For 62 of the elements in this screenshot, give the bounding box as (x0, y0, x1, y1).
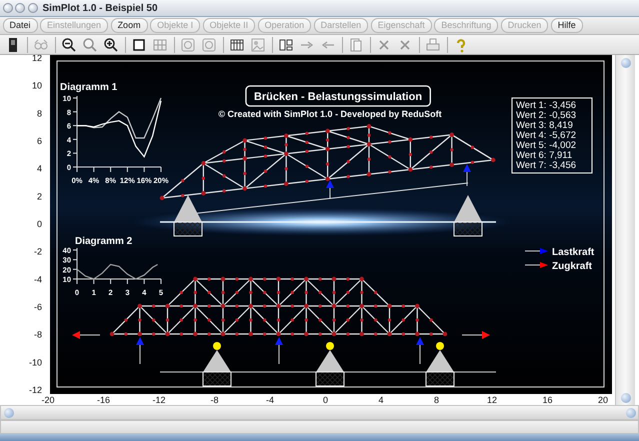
load-arrow (416, 337, 424, 364)
axis-label: 4 (378, 395, 384, 405)
value-text: Wert 1: -3,456 (516, 100, 576, 111)
horizontal-scrollbar[interactable] (0, 405, 639, 420)
load-arrow (136, 337, 144, 364)
plot-title: Brücken - Belastungssimulation (254, 91, 422, 103)
axis-label: 12 (32, 55, 42, 63)
axis-label: -20 (42, 395, 54, 405)
support-drawing (454, 195, 482, 236)
axis-label: -12 (152, 395, 166, 405)
axis-label: -16 (97, 395, 110, 405)
value-text: Wert 5: -4,002 (516, 140, 576, 151)
legend-line (524, 264, 540, 266)
value-text: Wert 7: -3,456 (516, 160, 576, 171)
axis-label: 0 (36, 218, 42, 229)
square-icon[interactable] (131, 36, 147, 52)
menu-tab[interactable]: Hilfe (550, 18, 583, 33)
table-icon[interactable] (229, 36, 245, 52)
scroll-knob[interactable] (620, 58, 630, 68)
axis-label: -12 (28, 384, 42, 395)
axis-label: 20 (598, 395, 608, 405)
tension-arrow (462, 331, 490, 339)
axis-label: -6 (34, 302, 42, 312)
zoom-in-icon[interactable] (103, 36, 119, 52)
value-text: Wert 4: -5,672 (516, 130, 576, 141)
chart-title: Diagramm 2 (75, 236, 132, 247)
axis-label: -4 (266, 395, 274, 405)
axis-label: 6 (36, 136, 42, 146)
load-arrow (326, 180, 334, 196)
legend-label: Lastkraft (552, 247, 594, 258)
axis-label: 16 (542, 395, 552, 405)
vertical-scrollbar[interactable] (615, 55, 635, 405)
value-text: Wert 2: -0,563 (516, 110, 576, 121)
credit-text: © Created with SimPlot 1.0 - Developed by ReduSoft (218, 109, 442, 119)
zoom-out-icon[interactable] (61, 36, 77, 52)
scroll-knob[interactable] (4, 408, 14, 418)
load-arrow (463, 164, 471, 186)
axis-label: -8 (34, 330, 42, 340)
axis-label: 10 (32, 80, 42, 91)
y-axis (72, 96, 78, 168)
layout-icon[interactable] (278, 36, 294, 52)
axis-label: 4 (36, 164, 42, 174)
axis-label: -4 (34, 274, 42, 284)
legend-label: Zugkraft (552, 261, 592, 272)
axis-label: -8 (210, 395, 218, 405)
axis-label: 0 (323, 395, 328, 405)
axis-label: 2 (36, 191, 42, 202)
load-arrow (275, 337, 283, 364)
axis-label: 12 (487, 395, 497, 405)
legend-line (524, 250, 540, 252)
axis-label: 8 (36, 108, 42, 118)
menu-tab[interactable]: Zoom (110, 18, 148, 33)
window-title: SimPlot 1.0 - Beispiel 50 (42, 2, 158, 16)
tension-arrow (72, 331, 100, 339)
axis-label: 8 (434, 395, 439, 405)
value-text: Wert 3: 8,419 (516, 120, 573, 131)
axis-label: -2 (34, 246, 42, 257)
chart-title: Diagramm 1 (60, 82, 118, 93)
value-text: Wert 6: 7,911 (516, 150, 572, 161)
menu-tab[interactable]: Datei (2, 18, 38, 33)
axis-label: -10 (28, 357, 42, 368)
y-axis (72, 248, 78, 280)
